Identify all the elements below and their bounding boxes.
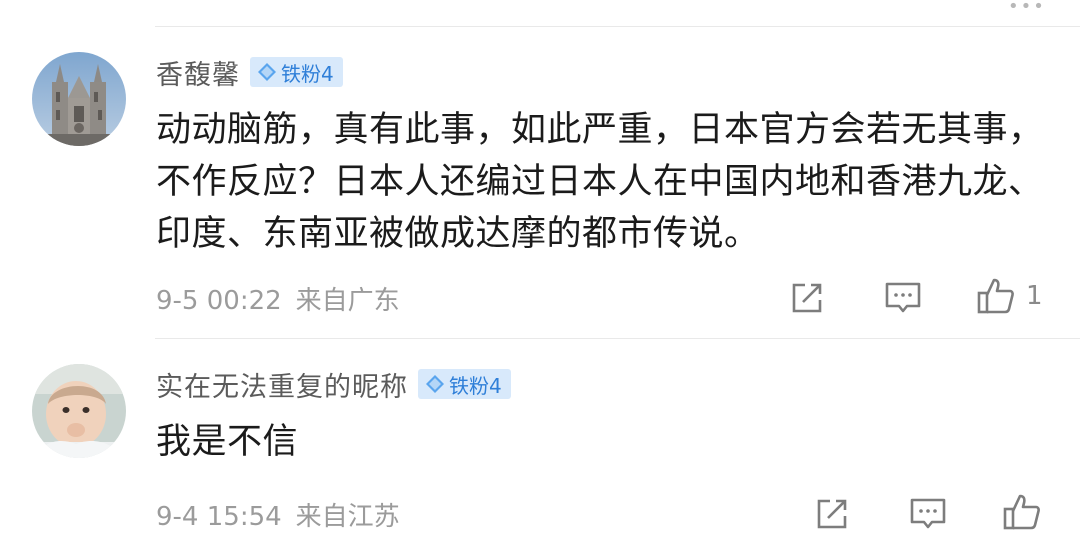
user-header: 实在无法重复的昵称 铁粉4 — [156, 364, 511, 404]
badge-label: 铁粉4 — [281, 61, 334, 86]
comment-time: 9-5 00:22 — [156, 286, 282, 316]
avatar[interactable] — [32, 364, 126, 458]
comment-list: ••• 香馥馨 铁粉4 动动脑筋，真有此事，如此严重，日本官方会若无其事，不作反… — [0, 0, 1080, 547]
like-icon — [977, 278, 1014, 314]
reply-button[interactable] — [909, 492, 947, 536]
like-button[interactable]: 1 — [976, 274, 1043, 318]
comment-location: 来自广东 — [295, 286, 400, 316]
username[interactable]: 香馥馨 — [156, 53, 240, 92]
more-options-icon[interactable]: ••• — [1008, 0, 1046, 17]
divider — [155, 26, 1080, 27]
divider — [155, 338, 1080, 339]
comment-location: 来自江苏 — [295, 502, 400, 532]
comment-meta: 9-5 00:22 来自广东 — [156, 280, 400, 317]
share-button[interactable] — [814, 492, 850, 536]
like-icon — [1003, 494, 1040, 530]
username[interactable]: 实在无法重复的昵称 — [156, 365, 408, 404]
badge-label: 铁粉4 — [449, 373, 502, 398]
share-button[interactable] — [789, 276, 825, 320]
diamond-icon — [258, 63, 276, 81]
diamond-icon — [426, 375, 444, 393]
fan-badge[interactable]: 铁粉4 — [418, 369, 511, 399]
comment-icon — [885, 282, 921, 313]
comment-icon — [910, 498, 946, 529]
comment-time: 9-4 15:54 — [156, 502, 282, 532]
comment-text: 我是不信 — [156, 422, 299, 462]
like-button[interactable] — [1002, 490, 1052, 534]
fan-badge[interactable]: 铁粉4 — [250, 57, 343, 87]
share-icon — [817, 499, 847, 529]
church-avatar-icon — [32, 52, 126, 146]
comment-text: 动动脑筋，真有此事，如此严重，日本官方会若无其事，不作反应？日本人还编过日本人在… — [156, 110, 1044, 254]
comment-meta: 9-4 15:54 来自江苏 — [156, 496, 400, 533]
share-icon — [792, 283, 822, 313]
like-count: 1 — [1026, 281, 1043, 311]
previous-comment-tail: ••• — [0, 0, 1080, 26]
reply-button[interactable] — [884, 276, 922, 320]
baby-avatar-icon — [32, 364, 126, 458]
avatar[interactable] — [32, 52, 126, 146]
user-header: 香馥馨 铁粉4 — [156, 52, 343, 92]
